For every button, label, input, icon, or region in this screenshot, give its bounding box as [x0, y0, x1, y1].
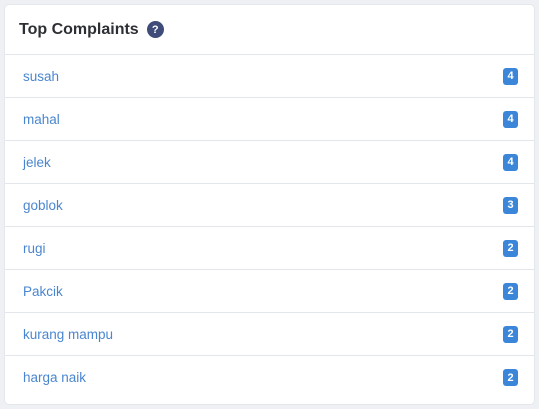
count-badge: 2 — [503, 325, 518, 343]
complaint-label[interactable]: susah — [23, 69, 59, 84]
list-item[interactable]: rugi 2 — [5, 227, 534, 270]
card-title: Top Complaints — [19, 20, 139, 38]
list-item[interactable]: mahal 4 — [5, 98, 534, 141]
complaint-label[interactable]: rugi — [23, 241, 46, 256]
complaint-label[interactable]: goblok — [23, 198, 63, 213]
card-header: Top Complaints ? — [5, 5, 534, 55]
list-item[interactable]: goblok 3 — [5, 184, 534, 227]
complaint-label[interactable]: Pakcik — [23, 284, 63, 299]
count-badge: 4 — [503, 110, 518, 128]
help-icon[interactable]: ? — [146, 21, 164, 38]
list-item[interactable]: susah 4 — [5, 55, 534, 98]
count-badge: 2 — [503, 282, 518, 300]
list-item[interactable]: Pakcik 2 — [5, 270, 534, 313]
list-item[interactable]: kurang mampu 2 — [5, 313, 534, 356]
count-badge: 4 — [503, 153, 518, 171]
count-badge: 2 — [503, 239, 518, 257]
complaint-label[interactable]: jelek — [23, 155, 51, 170]
complaint-label[interactable]: mahal — [23, 112, 60, 127]
complaint-label[interactable]: kurang mampu — [23, 327, 113, 342]
list-item[interactable]: harga naik 2 — [5, 356, 534, 399]
list-item[interactable]: jelek 4 — [5, 141, 534, 184]
complaint-label[interactable]: harga naik — [23, 370, 86, 385]
count-badge: 2 — [503, 369, 518, 386]
top-complaints-card: Top Complaints ? susah 4 mahal 4 jelek 4… — [5, 5, 534, 404]
count-badge: 4 — [503, 67, 518, 85]
count-badge: 3 — [503, 196, 518, 214]
complaints-list: susah 4 mahal 4 jelek 4 goblok 3 rugi 2 … — [5, 55, 534, 399]
